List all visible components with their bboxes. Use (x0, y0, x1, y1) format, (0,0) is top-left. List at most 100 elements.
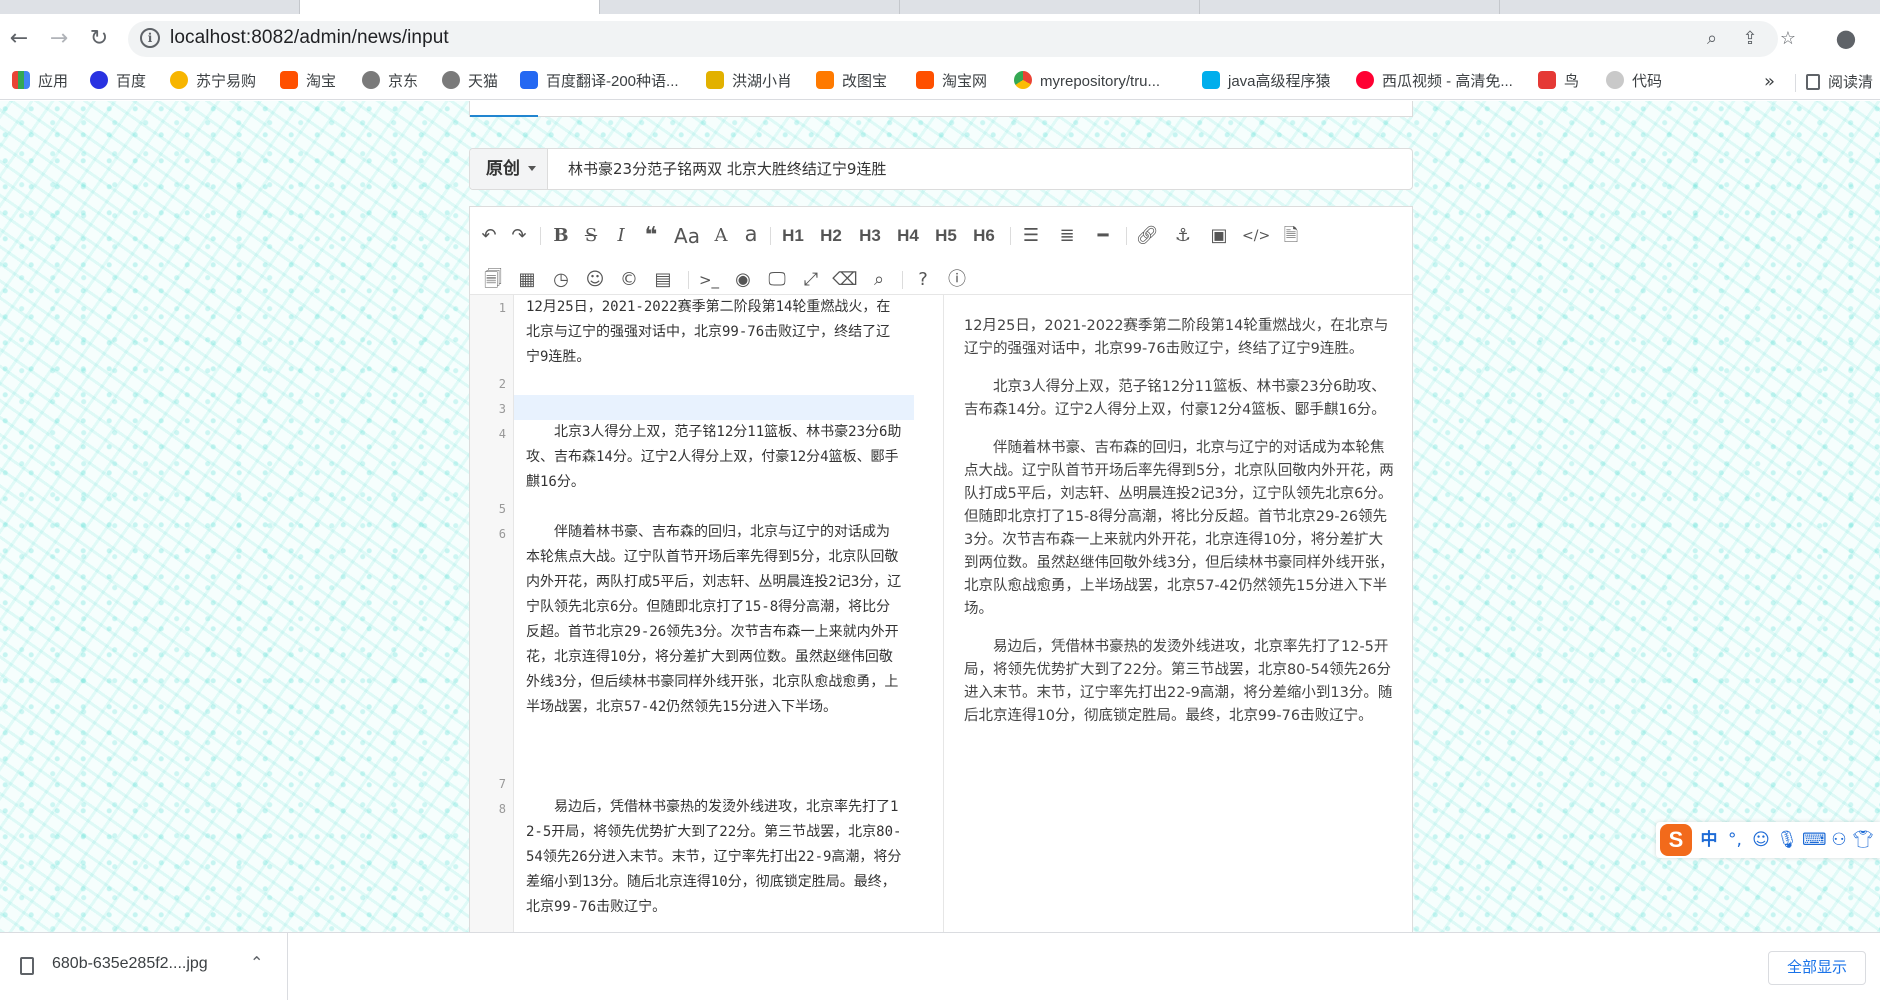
user-icon[interactable]: ⚇ (1828, 827, 1850, 853)
h3-button[interactable]: H3 (853, 221, 887, 251)
bold-icon[interactable]: B (548, 221, 574, 251)
reload-icon[interactable]: ↻ (84, 24, 114, 54)
skin-icon[interactable]: 👕︎ (1852, 827, 1874, 853)
source-line[interactable]: 伴随着林书豪、吉布森的回归，北京与辽宁的对话成为本轮焦点大战。辽宁队首节开场后率… (514, 520, 914, 720)
source-line[interactable]: 易边后，凭借林书豪热的发烫外线进攻，北京率先打了12-5开局，将领先优势扩大到了… (514, 795, 914, 920)
fullscreen-icon[interactable]: ⤢ (798, 265, 824, 295)
bookmark-star-icon[interactable]: ☆ (1776, 27, 1800, 51)
browser-tab-active[interactable] (300, 0, 600, 14)
goto-line-icon[interactable]: >_ (696, 265, 722, 295)
flag-dropdown[interactable]: 原创 (470, 149, 548, 189)
h5-button[interactable]: H5 (929, 221, 963, 251)
undo-icon[interactable]: ↶ (476, 221, 502, 251)
image-icon[interactable]: ▣ (1206, 221, 1232, 251)
h6-button[interactable]: H6 (967, 221, 1001, 251)
table-icon[interactable]: ▦ (514, 265, 540, 295)
bookmark-baidu[interactable]: 百度 (90, 70, 146, 94)
code-block-icon[interactable]: 🗎 (1278, 221, 1304, 251)
address-url[interactable]: localhost:8082/admin/news/input (170, 27, 449, 49)
clear-icon[interactable]: ⌫ (832, 265, 858, 295)
bookmark-taobao[interactable]: 淘宝 (280, 70, 336, 94)
bookmark-apps[interactable]: 应用 (12, 70, 68, 94)
lowercase-icon[interactable]: a (738, 219, 764, 249)
ime-toolbar[interactable]: S 中 °, ☺ 🎙︎ ⌨ ⚇ 👕︎ (1656, 822, 1880, 858)
bookmark-taobaowang[interactable]: 淘宝网 (916, 70, 987, 94)
first-letter-upper-icon[interactable]: A (708, 221, 734, 251)
bookmark-tmall[interactable]: 天猫 (442, 70, 498, 94)
toolbar-divider (902, 271, 903, 289)
title-input[interactable]: 林书豪23分范子铭两双 北京大胜终结辽宁9连胜 (568, 149, 1398, 189)
datetime-icon[interactable]: ◷ (548, 265, 574, 295)
download-item[interactable]: 680b-635e285f2....jpg ⌃ (0, 933, 288, 1000)
chevron-up-icon[interactable]: ⌃ (250, 953, 263, 972)
browser-tab[interactable] (600, 0, 900, 14)
globe-icon (442, 71, 460, 89)
bookmark-bird[interactable]: 鸟 (1538, 70, 1579, 94)
download-file-name[interactable]: 680b-635e285f2....jpg (52, 955, 208, 973)
chevron-down-icon (528, 166, 536, 171)
markdown-source[interactable]: 12月25日，2021-2022赛季第二阶段第14轮重燃战火，在北京与辽宁的强强… (514, 295, 914, 932)
back-arrow-icon[interactable]: ← (4, 24, 34, 54)
emoji-icon[interactable]: ☺ (1750, 827, 1772, 853)
browser-tab[interactable] (1200, 0, 1500, 14)
page-viewport: 原创 林书豪23分范子铭两双 北京大胜终结辽宁9连胜 ↶ ↷ B S I ❝ A… (0, 101, 1880, 932)
source-line[interactable]: 12月25日，2021-2022赛季第二阶段第14轮重燃战火，在北京与辽宁的强强… (514, 295, 914, 370)
bookmark-java[interactable]: java高级程序猿 (1202, 70, 1331, 94)
address-bar[interactable]: i localhost:8082/admin/news/input ⌕ ⇪ ☆ (128, 21, 1796, 57)
preformatted-text-icon[interactable]: 🗐 (480, 265, 506, 295)
source-line-active[interactable] (514, 395, 914, 420)
horizontal-rule-icon[interactable]: ━ (1090, 221, 1116, 251)
bookmark-myrepository[interactable]: myrepository/tru... (1014, 70, 1160, 94)
bookmark-code[interactable]: 代码 (1606, 70, 1662, 94)
bookmark-jd[interactable]: 京东 (362, 70, 418, 94)
bookmarks-overflow-icon[interactable]: » (1764, 70, 1775, 94)
profile-avatar-icon[interactable]: ● (1831, 24, 1861, 54)
anchor-icon[interactable]: ⚓︎ (1170, 221, 1196, 251)
ordered-list-icon[interactable]: ≣ (1054, 221, 1080, 251)
unordered-list-icon[interactable]: ☰ (1018, 221, 1044, 251)
emoji-icon[interactable]: ☺ (582, 265, 608, 295)
uppercase-icon[interactable]: Aa (670, 221, 704, 251)
link-icon[interactable]: 🔗︎ (1134, 221, 1160, 251)
show-all-downloads-button[interactable]: 全部显示 (1768, 951, 1866, 985)
share-icon[interactable]: ⇪ (1738, 27, 1762, 51)
line-number: 5 (498, 502, 506, 516)
browser-tab[interactable] (900, 0, 1200, 14)
bookmark-suning[interactable]: 苏宁易购 (170, 70, 256, 94)
browser-tab[interactable] (0, 0, 300, 14)
code-icon[interactable]: </> (1242, 221, 1270, 251)
watch-toggle-icon[interactable]: ◉ (730, 265, 756, 295)
reading-list[interactable]: 阅读清 (1806, 70, 1873, 94)
h4-button[interactable]: H4 (891, 221, 925, 251)
bookmark-xigua[interactable]: 西瓜视频 - 高清免... (1356, 70, 1513, 94)
italic-icon[interactable]: I (608, 221, 634, 251)
ime-mode-toggle[interactable]: 中 (1698, 827, 1720, 853)
pagebreak-icon[interactable]: ▤ (650, 265, 676, 295)
punctuation-icon[interactable]: °, (1724, 827, 1746, 853)
search-icon[interactable]: ⌕ (866, 265, 892, 295)
source-line[interactable] (514, 370, 914, 395)
quote-icon[interactable]: ❝ (638, 221, 664, 251)
strikethrough-icon[interactable]: S (578, 221, 604, 251)
keyboard-icon[interactable]: ⌨ (1802, 827, 1827, 853)
preview-icon[interactable]: 🖵 (764, 265, 790, 295)
forward-arrow-icon[interactable]: → (44, 24, 74, 54)
h1-button[interactable]: H1 (776, 221, 810, 251)
source-line[interactable] (514, 495, 914, 520)
info-icon[interactable]: ⓘ (944, 265, 970, 295)
redo-icon[interactable]: ↷ (506, 221, 532, 251)
source-line[interactable] (514, 770, 914, 795)
html-entities-icon[interactable]: © (616, 265, 642, 295)
tab-strip (0, 0, 1880, 14)
microphone-icon[interactable]: 🎙︎ (1776, 827, 1798, 853)
source-line[interactable]: 北京3人得分上双，范子铭12分11篮板、林书豪23分6助攻、吉布森14分。辽宁2… (514, 420, 914, 495)
bookmark-gaitubao[interactable]: 改图宝 (816, 70, 887, 94)
help-icon[interactable]: ? (910, 265, 936, 295)
toolbar-divider (1010, 227, 1011, 245)
bookmark-honghu[interactable]: 洪湖小肖 (706, 70, 792, 94)
site-info-icon[interactable]: i (140, 28, 160, 48)
sogou-logo-icon[interactable]: S (1660, 824, 1692, 856)
h2-button[interactable]: H2 (814, 221, 848, 251)
bookmark-baidu-translate[interactable]: 百度翻译-200种语... (520, 70, 679, 94)
zoom-icon[interactable]: ⌕ (1700, 27, 1724, 51)
